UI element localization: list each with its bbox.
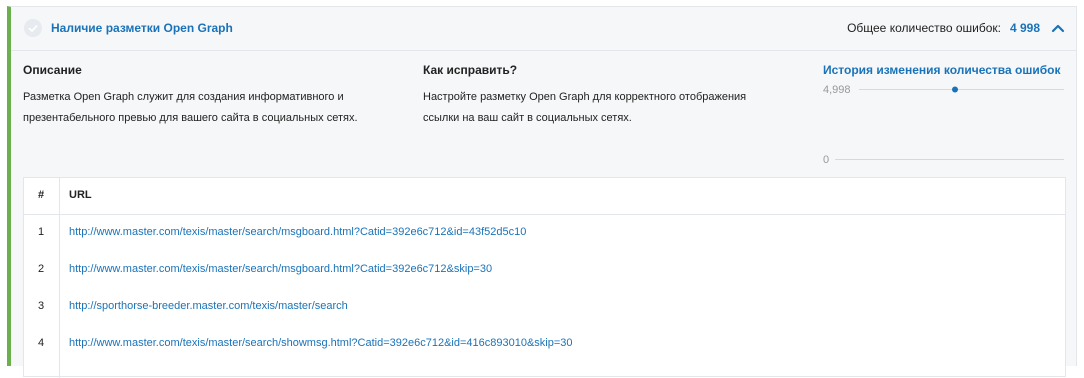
- row-number: 1: [38, 226, 45, 238]
- history-title[interactable]: История изменения количества ошибок: [823, 63, 1060, 77]
- issue-title[interactable]: Наличие разметки Open Graph: [51, 21, 233, 35]
- row-url-link[interactable]: http://www.master.com/texis/master/searc…: [69, 337, 573, 349]
- history-chart: 4,998 0: [823, 84, 1064, 166]
- table-row: 3 http://sporthorse-breeder.master.com/t…: [24, 289, 1065, 326]
- description-line: Разметка Open Graph служит для создания …: [23, 91, 344, 103]
- fix-line: ссылки на ваш сайт в социальных сетях.: [423, 112, 632, 124]
- row-url-link[interactable]: http://sporthorse-breeder.master.com/tex…: [69, 300, 348, 312]
- history-point[interactable]: [952, 86, 958, 93]
- table-row: 2 http://www.master.com/texis/master/sea…: [24, 252, 1065, 289]
- issue-panel: Наличие разметки Open Graph Общее количе…: [7, 6, 1077, 378]
- fix-title: Как исправить?: [423, 63, 518, 77]
- tick-min-label: 0: [823, 154, 829, 166]
- row-number: 4: [38, 337, 45, 349]
- row-url-link[interactable]: http://www.master.com/texis/master/searc…: [69, 263, 492, 275]
- fix-text: Настройте разметку Open Graph для коррек…: [423, 87, 746, 129]
- error-count-value: 4 998: [1009, 21, 1040, 35]
- header-url: URL: [69, 189, 92, 201]
- description-line: презентабельного превью для вашего сайта…: [23, 112, 358, 124]
- description-text: Разметка Open Graph служит для создания …: [23, 87, 358, 129]
- row-number: 2: [38, 263, 45, 275]
- row-number: 3: [38, 300, 45, 312]
- fix-line: Настройте разметку Open Graph для коррек…: [423, 91, 747, 103]
- issue-header[interactable]: Наличие разметки Open Graph Общее количе…: [11, 7, 1076, 51]
- check-circle-icon: [24, 19, 42, 37]
- chevron-up-icon[interactable]: [1050, 20, 1066, 36]
- table-header: # URL: [24, 178, 1065, 215]
- row-url-link[interactable]: http://www.master.com/texis/master/searc…: [69, 226, 526, 238]
- table-row: 4 http://www.master.com/texis/master/sea…: [24, 326, 1065, 363]
- description-title: Описание: [23, 63, 82, 77]
- error-count-label: Общее количество ошибок:: [847, 21, 1001, 35]
- tick-max-label: 4,998: [823, 84, 851, 96]
- url-table: # URL 1 http://www.master.com/texis/mast…: [23, 177, 1066, 378]
- header-number: #: [38, 189, 45, 201]
- table-row: 1 http://www.master.com/texis/master/sea…: [24, 215, 1065, 252]
